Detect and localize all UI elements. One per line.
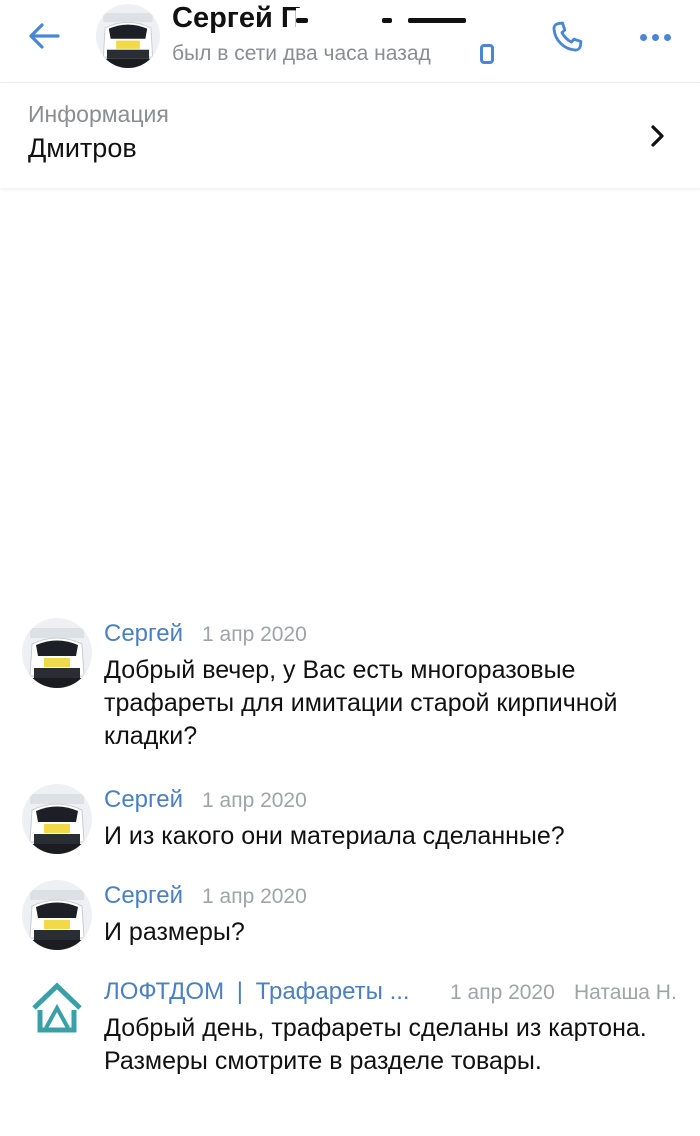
chat-header: Сергей П был в сети два часа назад	[0, 0, 700, 82]
van-avatar-image	[22, 784, 92, 854]
call-button[interactable]	[542, 12, 592, 62]
avatar[interactable]	[22, 618, 92, 688]
message-signer: Наташа Н.	[574, 981, 677, 1004]
message-time: 1 апр 2020	[450, 981, 555, 1004]
last-seen-status: был в сети два часа назад	[172, 42, 431, 65]
group-name[interactable]: ЛОФТДОМ	[104, 978, 224, 1005]
message-text: Добрый вечер, у Вас есть многоразовые тр…	[104, 656, 618, 750]
chevron-right-icon	[651, 125, 664, 147]
house-logo-icon	[32, 982, 82, 1033]
message-time: 1 апр 2020	[202, 789, 307, 812]
information-bar[interactable]: Информация Дмитров	[0, 82, 700, 188]
more-dots-icon	[637, 33, 673, 41]
info-label: Информация	[28, 101, 169, 127]
avatar[interactable]	[22, 784, 92, 854]
back-button[interactable]	[22, 14, 66, 58]
arrow-left-icon	[29, 23, 60, 49]
message-text: Добрый день, трафареты сделаны из картон…	[104, 1014, 647, 1075]
contact-name-redaction	[296, 8, 474, 36]
van-avatar-image	[22, 880, 92, 950]
message-text: И размеры?	[104, 918, 245, 946]
avatar[interactable]	[24, 974, 90, 1040]
author-separator: |	[236, 978, 243, 1005]
avatar[interactable]	[96, 4, 160, 68]
info-value: Дмитров	[28, 133, 137, 163]
message-time: 1 апр 2020	[202, 623, 307, 646]
van-avatar-image	[96, 4, 160, 68]
contact-name[interactable]: Сергей П	[172, 2, 302, 35]
message-time: 1 апр 2020	[202, 885, 307, 908]
more-options-button[interactable]	[630, 12, 680, 62]
message-text: И из какого они материала сделанные?	[104, 822, 565, 850]
message-author[interactable]: Сергей	[104, 786, 183, 814]
avatar[interactable]	[22, 880, 92, 950]
message-author[interactable]: Сергей	[104, 882, 183, 910]
group-page-name[interactable]: Трафареты ...	[256, 978, 410, 1005]
message-author[interactable]: Сергей	[104, 620, 183, 648]
phone-icon	[552, 21, 583, 52]
mobile-phone-icon	[480, 44, 494, 64]
message-author-group[interactable]: ЛОФТДОМ | Трафареты ...	[104, 978, 410, 1006]
van-avatar-image	[22, 618, 92, 688]
